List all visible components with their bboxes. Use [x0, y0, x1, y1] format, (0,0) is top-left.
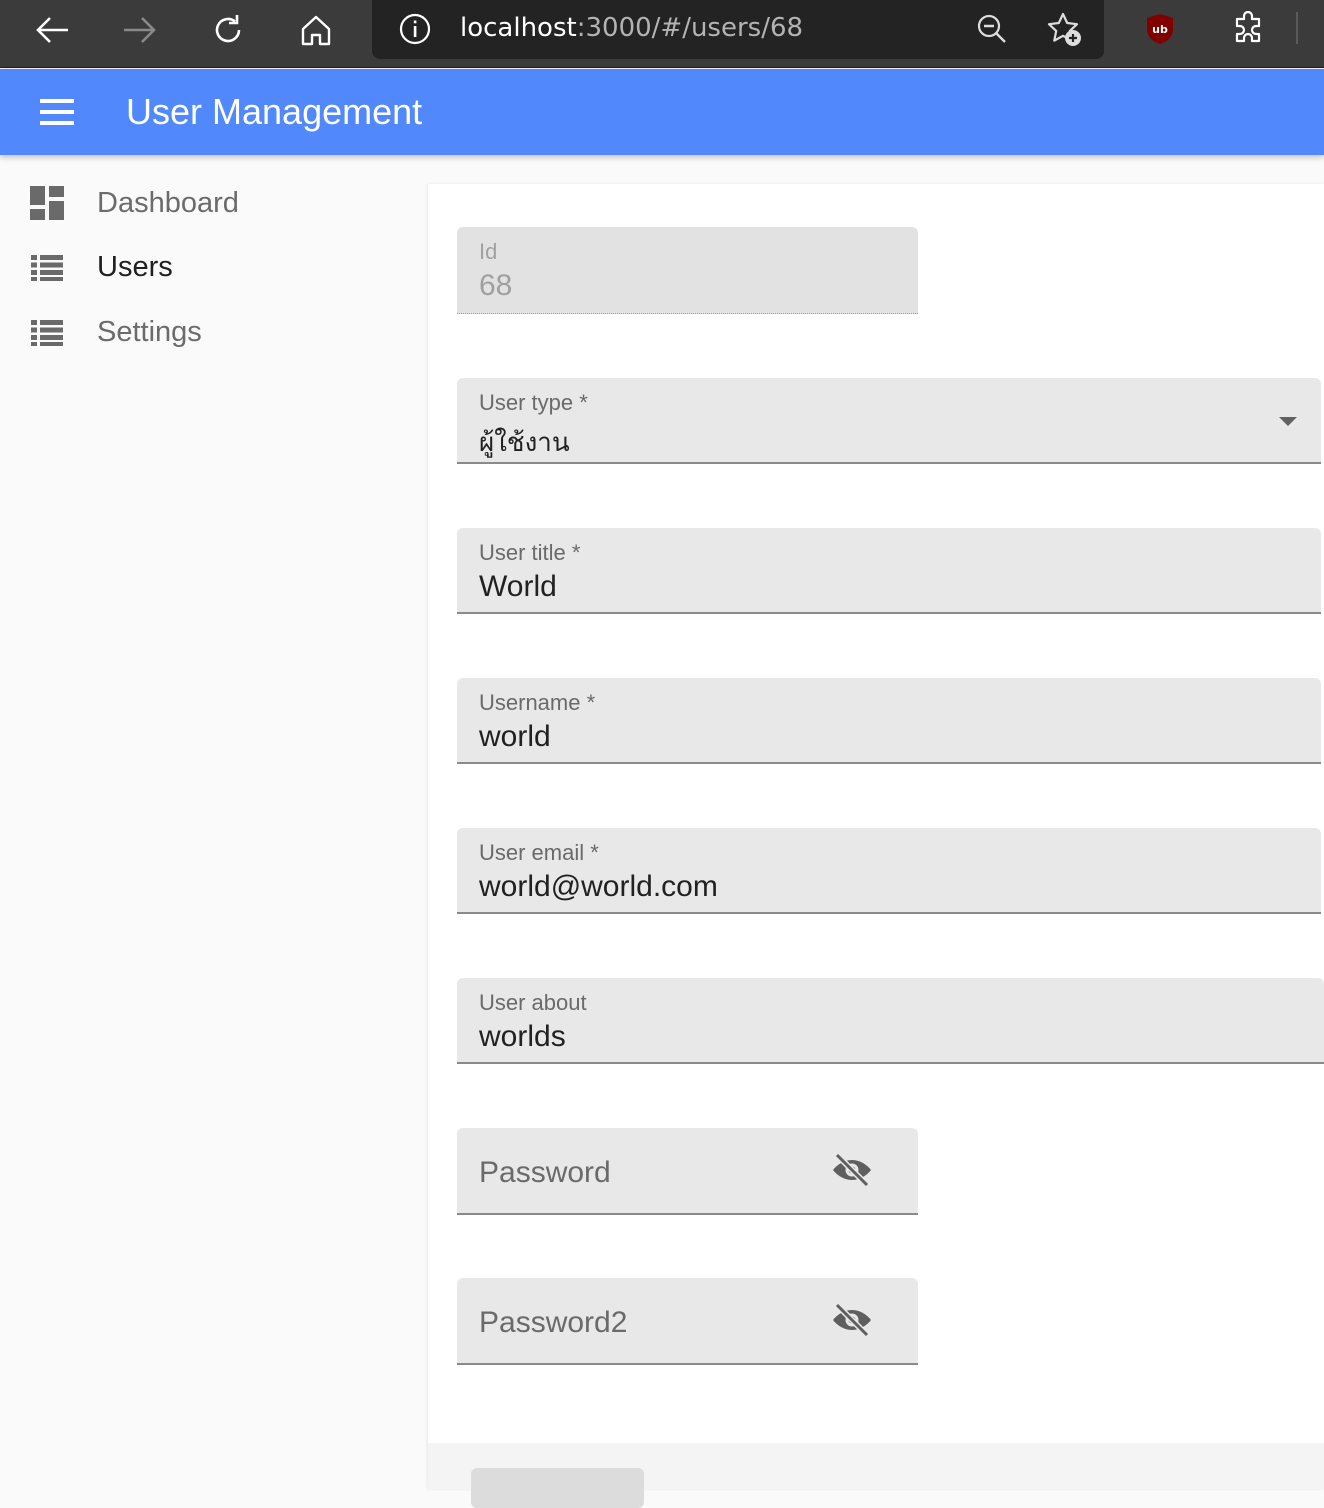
sidebar: Dashboard Users Settings	[0, 155, 428, 1489]
sidebar-item-label: Users	[97, 250, 173, 283]
sidebar-item-label: Settings	[97, 315, 202, 348]
user-type-label: User type *	[479, 390, 588, 415]
user-email-field[interactable]: User email * world@world.com	[457, 828, 1321, 914]
dashboard-icon	[30, 186, 64, 220]
address-bar[interactable]: localhost:3000/#/users/68	[372, 0, 1104, 59]
user-title-label: User title *	[479, 540, 581, 565]
forward-arrow-icon[interactable]	[120, 10, 160, 50]
user-email-label: User email *	[479, 840, 599, 865]
visibility-off-icon[interactable]	[831, 1152, 873, 1188]
user-type-select[interactable]: User type * ผู้ใช้งาน	[457, 378, 1321, 464]
dropdown-arrow-icon[interactable]	[1279, 417, 1297, 426]
password2-field[interactable]: Password2	[457, 1278, 918, 1365]
user-title-value[interactable]: World	[479, 570, 557, 604]
user-about-label: User about	[479, 990, 587, 1015]
user-edit-form: Id 68 User type * ผู้ใช้งาน User title *…	[428, 184, 1324, 1508]
password2-placeholder: Password2	[479, 1306, 628, 1339]
id-value: 68	[479, 269, 513, 302]
user-about-value[interactable]: worlds	[479, 1020, 566, 1054]
password-field[interactable]: Password	[457, 1128, 918, 1215]
browser-toolbar: localhost:3000/#/users/68 ub	[0, 0, 1324, 68]
id-label: Id	[479, 239, 498, 264]
extensions-icon[interactable]	[1230, 10, 1266, 52]
visibility-off-icon[interactable]	[831, 1302, 873, 1338]
svg-text:ub: ub	[1152, 23, 1168, 36]
user-about-field[interactable]: User about worlds	[457, 978, 1324, 1064]
zoom-out-icon[interactable]	[976, 13, 1008, 50]
reload-icon[interactable]	[208, 10, 248, 50]
app-bar: User Management	[0, 69, 1324, 155]
user-type-value: ผู้ใช้งาน	[479, 428, 570, 458]
sidebar-item-settings[interactable]: Settings	[0, 302, 428, 362]
menu-icon[interactable]	[40, 99, 80, 127]
back-arrow-icon[interactable]	[32, 10, 72, 50]
sidebar-item-users[interactable]: Users	[0, 237, 428, 297]
home-icon[interactable]	[296, 10, 336, 50]
ublock-icon[interactable]: ub	[1144, 12, 1176, 46]
id-field: Id 68	[457, 227, 918, 314]
save-button[interactable]	[471, 1468, 644, 1508]
url-host: localhost	[460, 13, 577, 43]
sidebar-item-label: Dashboard	[97, 186, 239, 219]
user-title-field[interactable]: User title * World	[457, 528, 1321, 614]
username-label: Username *	[479, 690, 596, 715]
list-icon	[30, 315, 64, 349]
add-favorite-icon[interactable]	[1046, 11, 1084, 54]
url-text[interactable]: localhost:3000/#/users/68	[460, 13, 803, 43]
user-email-value[interactable]: world@world.com	[479, 870, 718, 904]
toolbar-divider	[1296, 12, 1298, 44]
username-value[interactable]: world	[479, 720, 551, 754]
app-title: User Management	[126, 91, 423, 132]
username-field[interactable]: Username * world	[457, 678, 1321, 764]
password-placeholder: Password	[479, 1156, 611, 1189]
sidebar-item-dashboard[interactable]: Dashboard	[0, 173, 428, 233]
site-info-icon[interactable]	[398, 12, 432, 51]
list-icon	[30, 250, 64, 284]
url-path: :3000/#/users/68	[576, 13, 804, 43]
